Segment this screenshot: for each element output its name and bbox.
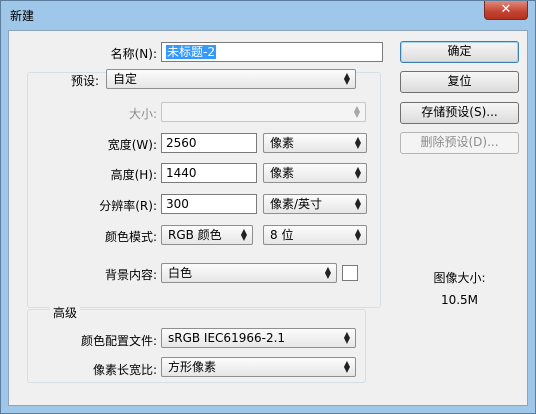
preset-label: 预设: <box>70 74 99 88</box>
updown-arrows-icon: ▲ ▼ <box>354 135 361 150</box>
background-value: 白色 <box>168 266 193 280</box>
width-label: 宽度(W): <box>107 138 157 152</box>
pixel-aspect-select[interactable]: 方形像素 ▲ ▼ <box>161 357 356 377</box>
resolution-unit-select[interactable]: 像素/英寸 ▲ ▼ <box>263 194 367 214</box>
preset-value: 自定 <box>113 72 138 86</box>
height-unit-value: 像素 <box>270 166 295 180</box>
height-unit-select[interactable]: 像素 ▲ ▼ <box>263 163 367 183</box>
color-mode-value: RGB 颜色 <box>168 228 222 242</box>
width-unit-select[interactable]: 像素 ▲ ▼ <box>263 133 367 153</box>
bit-depth-value: 8 位 <box>270 228 294 242</box>
height-input[interactable]: 1440 <box>161 163 257 183</box>
color-profile-value: sRGB IEC61966-2.1 <box>168 331 286 345</box>
updown-arrows-icon: ▲ ▼ <box>353 104 360 119</box>
close-button[interactable]: ✕ <box>484 1 528 20</box>
pixel-aspect-label: 像素长宽比: <box>92 363 157 377</box>
resolution-label: 分辨率(R): <box>99 199 157 213</box>
width-input[interactable]: 2560 <box>161 133 257 153</box>
ok-button[interactable]: 确定 <box>400 41 519 63</box>
color-mode-label: 颜色模式: <box>104 230 157 244</box>
updown-arrows-icon: ▲ ▼ <box>324 265 331 280</box>
width-unit-value: 像素 <box>270 136 295 150</box>
updown-arrows-icon: ▲ ▼ <box>240 227 247 242</box>
name-label: 名称(N): <box>110 47 157 61</box>
close-icon: ✕ <box>500 2 512 17</box>
updown-arrows-icon: ▲ ▼ <box>354 227 361 242</box>
bit-depth-select[interactable]: 8 位 ▲ ▼ <box>263 225 367 245</box>
updown-arrows-icon: ▲ ▼ <box>343 330 350 345</box>
name-value: 未标题-2 <box>166 45 216 59</box>
title-bar[interactable]: 新建 ✕ <box>1 1 535 29</box>
delete-preset-button[interactable]: 删除预设(D)... <box>400 132 519 154</box>
resolution-unit-value: 像素/英寸 <box>270 197 323 211</box>
updown-arrows-icon: ▲ ▼ <box>354 165 361 180</box>
color-profile-select[interactable]: sRGB IEC61966-2.1 ▲ ▼ <box>161 328 356 348</box>
preset-select[interactable]: 自定 ▲ ▼ <box>106 69 356 89</box>
window-title: 新建 <box>10 9 35 23</box>
color-profile-label: 颜色配置文件: <box>80 334 157 348</box>
dialog-body: 名称(N): 未标题-2 预设: 自定 ▲ ▼ 大小: ▲ ▼ 宽度(W): 256… <box>8 30 528 406</box>
resolution-input[interactable]: 300 <box>161 194 257 214</box>
background-label: 背景内容: <box>104 268 157 282</box>
new-document-dialog: 新建 ✕ 名称(N): 未标题-2 预设: 自定 ▲ ▼ 大小: ▲ ▼ 宽度(W)… <box>0 0 536 414</box>
background-select[interactable]: 白色 ▲ ▼ <box>161 263 337 283</box>
reset-button[interactable]: 复位 <box>400 71 519 93</box>
height-label: 高度(H): <box>110 168 157 182</box>
save-preset-button[interactable]: 存储预设(S)... <box>400 102 519 124</box>
background-color-swatch[interactable] <box>342 265 358 281</box>
image-size-label: 图像大小: <box>433 271 486 285</box>
pixel-aspect-value: 方形像素 <box>168 360 217 374</box>
updown-arrows-icon: ▲ ▼ <box>343 359 350 374</box>
advanced-title: 高级 <box>50 304 81 321</box>
name-input[interactable]: 未标题-2 <box>161 42 383 62</box>
color-mode-select[interactable]: RGB 颜色 ▲ ▼ <box>161 225 253 245</box>
size-select[interactable]: ▲ ▼ <box>161 102 366 122</box>
updown-arrows-icon: ▲ ▼ <box>354 196 361 211</box>
image-size-value: 10.5M <box>440 293 479 307</box>
updown-arrows-icon: ▲ ▼ <box>343 71 350 86</box>
size-label: 大小: <box>128 107 157 121</box>
